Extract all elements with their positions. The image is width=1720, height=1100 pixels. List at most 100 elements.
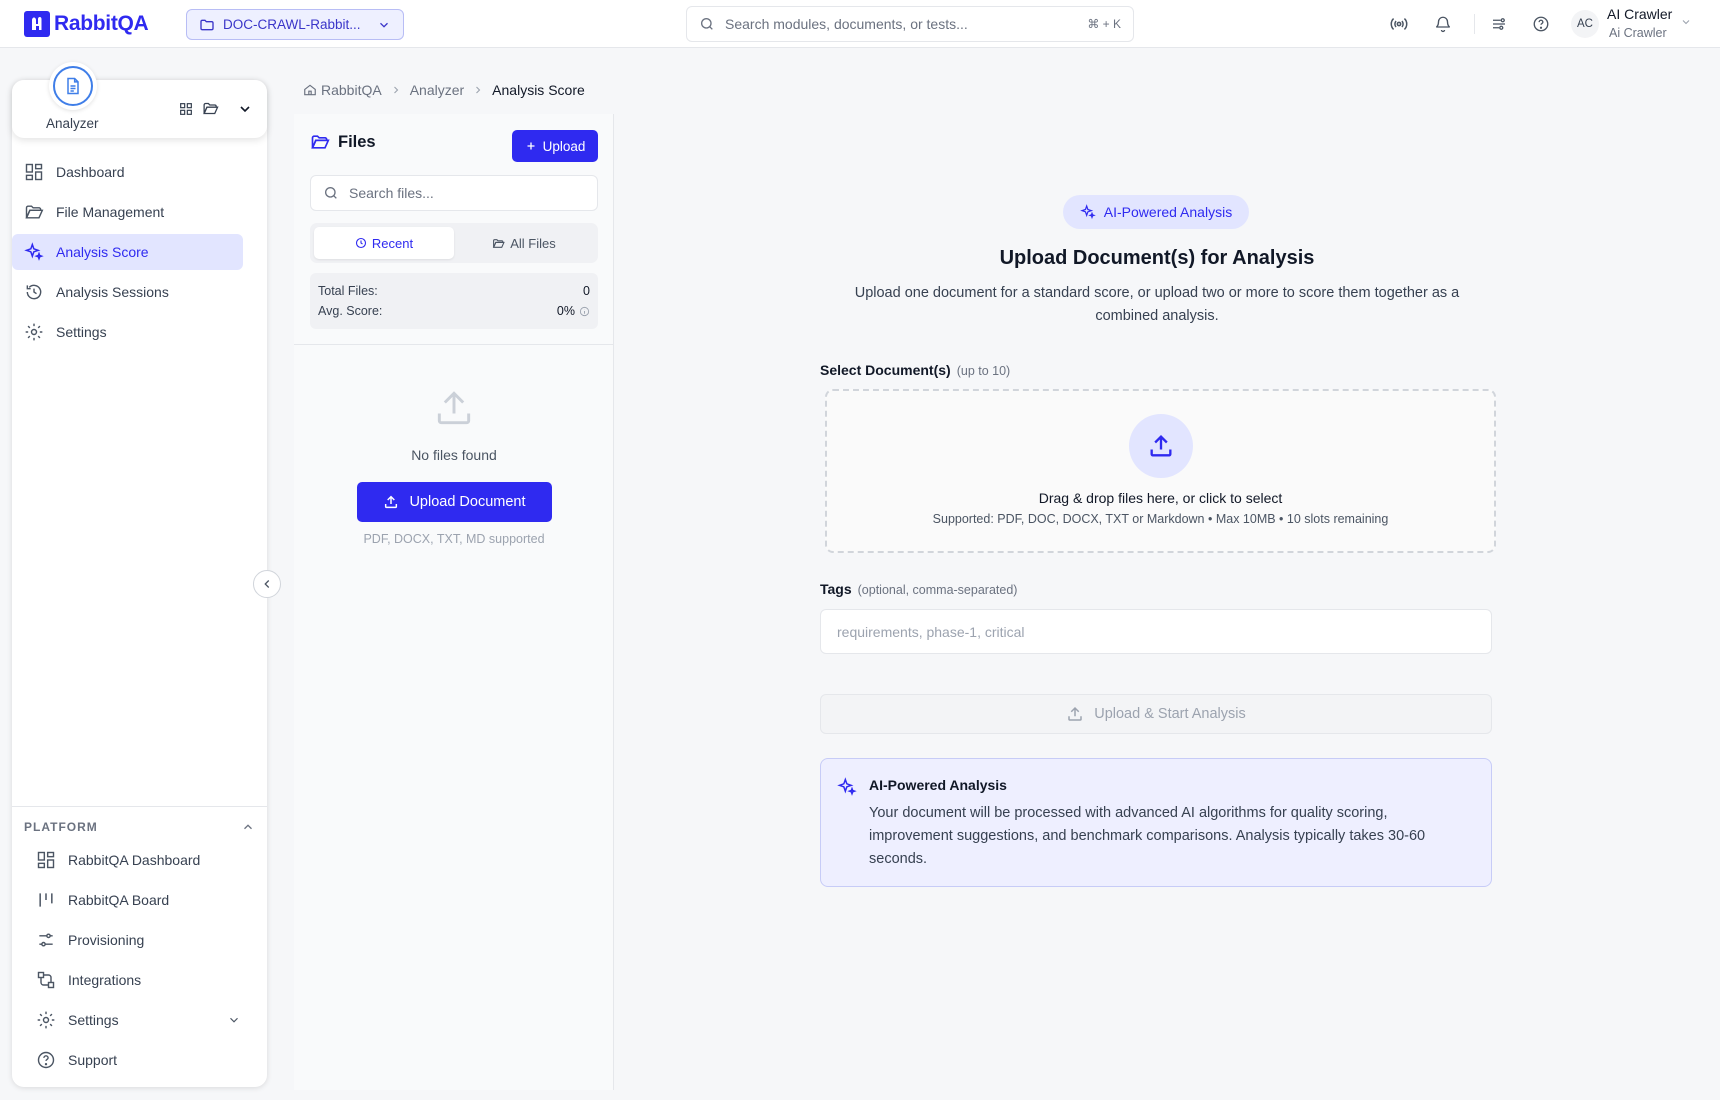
platform-title: PLATFORM <box>24 820 98 834</box>
sidebar-item-file-management[interactable]: File Management <box>12 194 243 230</box>
plus-icon <box>525 140 537 152</box>
chevron-down-icon[interactable] <box>237 101 253 117</box>
module-switcher[interactable]: Analyzer <box>12 62 267 138</box>
help-icon <box>36 1050 56 1070</box>
file-dropzone[interactable]: Drag & drop files here, or click to sele… <box>825 389 1496 553</box>
user-name[interactable]: AI Crawler <box>1607 6 1672 22</box>
home-icon <box>303 83 317 97</box>
tags-input[interactable] <box>820 609 1492 654</box>
tab-all-files[interactable]: All Files <box>454 227 594 259</box>
files-divider <box>294 344 614 345</box>
tab-recent[interactable]: Recent <box>314 227 454 259</box>
supported-formats-text: PDF, DOCX, TXT, MD supported <box>363 532 545 546</box>
sidebar-item-label: File Management <box>56 204 165 220</box>
platform-section-header[interactable]: PLATFORM <box>24 820 255 834</box>
tags-hint: (optional, comma-separated) <box>857 583 1018 597</box>
folder-icon <box>24 202 44 222</box>
platform-item-support[interactable]: Support <box>24 1042 255 1078</box>
ai-badge-label: AI-Powered Analysis <box>1103 204 1233 220</box>
sidebar-nav: Dashboard File Management Analysis Score… <box>12 154 243 354</box>
upload-empty-icon <box>432 386 476 430</box>
total-files-label: Total Files: <box>318 284 378 298</box>
folder-open-icon[interactable] <box>202 100 219 117</box>
module-avatar <box>49 62 97 110</box>
platform-item-rabbitqa-dashboard[interactable]: RabbitQA Dashboard <box>24 842 255 878</box>
search-shortcut: ⌘ + K <box>1087 17 1121 31</box>
rabbit-logo-icon <box>24 11 50 37</box>
platform-item-label: Settings <box>68 1012 119 1028</box>
sparkles-icon <box>1079 204 1096 220</box>
sidebar-item-label: Dashboard <box>56 164 125 180</box>
avg-score-value: 0% <box>556 304 575 318</box>
user-chevron-down-icon[interactable] <box>1680 16 1692 28</box>
header-divider <box>1474 14 1475 34</box>
upload-document-button[interactable]: Upload Document <box>357 482 552 522</box>
upload-start-analysis-button[interactable]: Upload & Start Analysis <box>820 694 1492 734</box>
chevron-down-icon <box>377 18 391 32</box>
select-documents-label-text: Select Document(s) <box>820 362 951 378</box>
breadcrumb: RabbitQA Analyzer Analysis Score <box>303 82 585 98</box>
folder-open-icon <box>310 132 330 152</box>
sparkles-icon <box>837 777 857 797</box>
sidebar-collapse-button[interactable] <box>253 570 281 598</box>
avg-score-label: Avg. Score: <box>318 304 383 318</box>
platform-item-label: Provisioning <box>68 932 145 948</box>
module-name: Analyzer <box>46 116 99 131</box>
sidebar-item-dashboard[interactable]: Dashboard <box>12 154 243 190</box>
platform-nav: RabbitQA Dashboard RabbitQA Board Provis… <box>24 842 255 1082</box>
sidebar-item-analysis-score[interactable]: Analysis Score <box>12 234 243 270</box>
platform-item-settings[interactable]: Settings <box>24 1002 255 1038</box>
brand-name: RabbitQA <box>54 12 149 35</box>
chevron-left-icon <box>260 577 274 591</box>
grid-icon[interactable] <box>178 101 194 117</box>
upload-button[interactable]: Upload <box>512 130 598 162</box>
tags-label-text: Tags <box>820 581 852 597</box>
platform-item-provisioning[interactable]: Provisioning <box>24 922 255 958</box>
breadcrumb-current: Analysis Score <box>492 82 585 98</box>
breadcrumb-section[interactable]: Analyzer <box>410 82 464 98</box>
select-documents-hint: (up to 10) <box>956 364 1011 378</box>
project-name: DOC-CRAWL-Rabbit... <box>223 17 361 32</box>
file-search[interactable] <box>310 175 598 211</box>
theme-icon[interactable] <box>1490 12 1508 36</box>
platform-item-integrations[interactable]: Integrations <box>24 962 255 998</box>
help-icon[interactable] <box>1532 12 1550 36</box>
breadcrumb-home[interactable]: RabbitQA <box>321 82 382 98</box>
clock-icon <box>355 237 367 249</box>
file-tabs: Recent All Files <box>310 223 598 263</box>
dashboard-icon <box>24 162 44 182</box>
dropzone-title: Drag & drop files here, or click to sele… <box>1038 490 1283 506</box>
platform-divider <box>12 806 267 807</box>
gear-icon <box>24 322 44 342</box>
brand-logo[interactable]: RabbitQA <box>24 10 149 38</box>
chevron-right-icon <box>390 84 402 96</box>
sparkles-icon <box>24 242 44 262</box>
info-icon[interactable] <box>579 306 590 317</box>
broadcast-icon[interactable] <box>1389 12 1409 36</box>
global-search-input[interactable] <box>725 16 1078 32</box>
dropzone-icon-circle <box>1129 414 1193 478</box>
file-search-input[interactable] <box>349 185 585 201</box>
upload-button-label: Upload <box>542 138 586 154</box>
user-avatar[interactable]: AC <box>1571 10 1599 38</box>
global-search[interactable]: ⌘ + K <box>686 6 1134 42</box>
info-title: AI-Powered Analysis <box>869 777 1007 793</box>
empty-state-text: No files found <box>411 447 497 463</box>
upload-icon <box>1147 432 1175 460</box>
page-subtitle: Upload one document for a standard score… <box>854 285 1460 324</box>
sidebar-item-label: Analysis Sessions <box>56 284 169 300</box>
dropzone-subtitle: Supported: PDF, DOC, DOCX, TXT or Markdo… <box>932 512 1389 526</box>
bell-icon[interactable] <box>1434 12 1452 36</box>
sliders-icon <box>36 930 56 950</box>
sidebar-item-analysis-sessions[interactable]: Analysis Sessions <box>12 274 243 310</box>
platform-item-rabbitqa-board[interactable]: RabbitQA Board <box>24 882 255 918</box>
platform-item-label: Integrations <box>68 972 142 988</box>
dashboard-icon <box>36 850 56 870</box>
gear-icon <box>36 1010 56 1030</box>
folder-open-icon <box>492 237 505 250</box>
upload-icon <box>1066 705 1084 723</box>
tags-label: Tags (optional, comma-separated) <box>820 581 1017 597</box>
project-selector[interactable]: DOC-CRAWL-Rabbit... <box>186 9 404 40</box>
sidebar-item-settings[interactable]: Settings <box>12 314 243 350</box>
platform-item-label: RabbitQA Board <box>68 892 170 908</box>
